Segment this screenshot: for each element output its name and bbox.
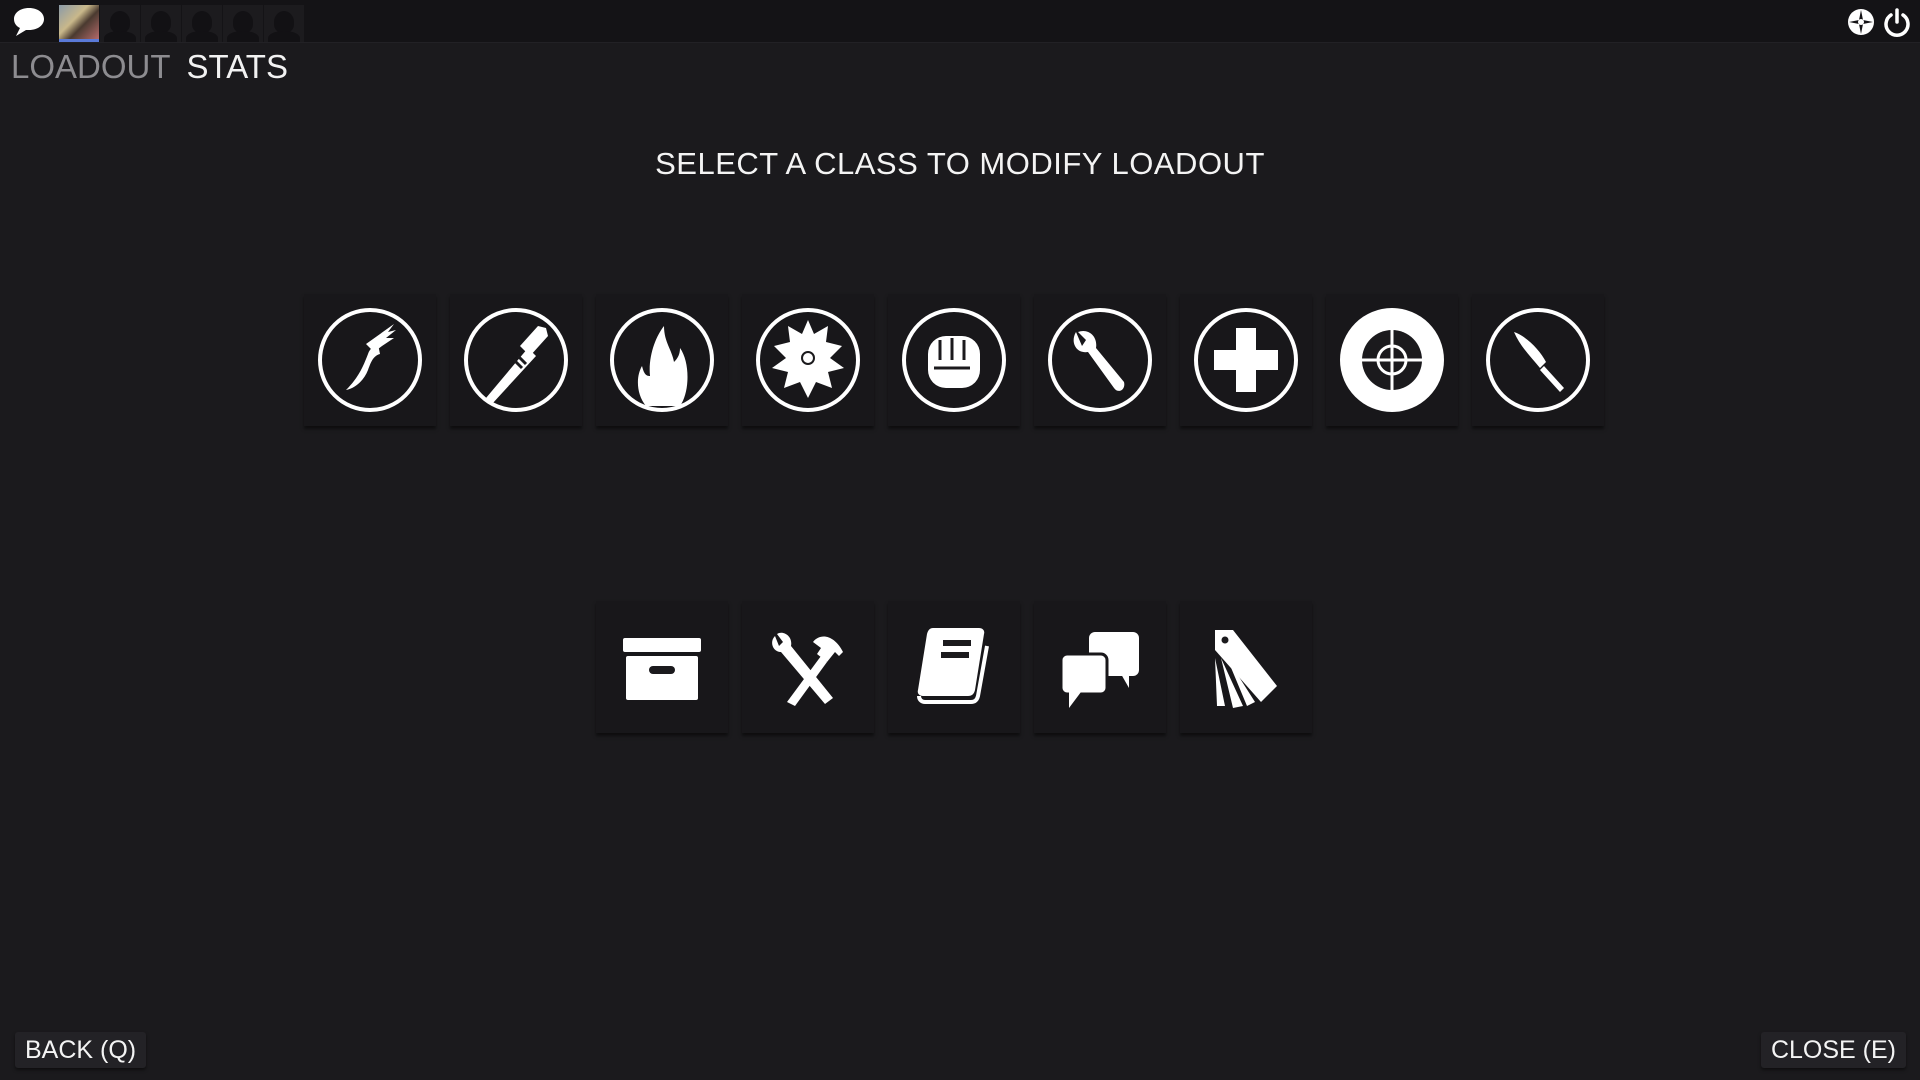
class-button-soldier[interactable] [450, 294, 582, 426]
class-button-sniper[interactable] [1326, 294, 1458, 426]
scout-winged-foot-icon [318, 308, 422, 412]
tab-bar: LOADOUT STATS [11, 48, 288, 86]
tags-button[interactable] [1180, 601, 1312, 733]
avatar-empty [182, 5, 222, 42]
chat-bubbles-icon [1059, 632, 1139, 708]
class-button-demoman[interactable] [742, 294, 874, 426]
chat-bubble-icon[interactable] [12, 6, 46, 38]
demoman-bomb-icon [756, 308, 860, 412]
heavy-fist-icon [902, 308, 1006, 412]
trade-button[interactable] [1034, 601, 1166, 733]
class-button-medic[interactable] [1180, 294, 1312, 426]
crafting-button[interactable] [742, 601, 874, 733]
engineer-wrench-icon [1048, 308, 1152, 412]
soldier-rocket-icon [464, 308, 568, 412]
avatar-empty [100, 5, 140, 42]
archive-box-icon [623, 638, 701, 700]
avatar-empty [141, 5, 181, 42]
power-icon[interactable] [1882, 7, 1912, 37]
avatar-empty [264, 5, 304, 42]
backpack-button[interactable] [596, 601, 728, 733]
spy-knife-icon [1486, 308, 1590, 412]
class-button-spy[interactable] [1472, 294, 1604, 426]
book-icon [917, 628, 989, 704]
close-button[interactable]: CLOSE (E) [1760, 1032, 1906, 1068]
friends-avatar-strip [59, 5, 305, 42]
price-tags-icon [1215, 630, 1277, 708]
top-bar [0, 0, 1920, 43]
tools-hammer-wrench-icon [772, 632, 843, 706]
tf2-logo-icon[interactable] [1846, 7, 1876, 37]
avatar-empty [223, 5, 263, 42]
page-title: SELECT A CLASS TO MODIFY LOADOUT [655, 146, 1265, 181]
class-button-engineer[interactable] [1034, 294, 1166, 426]
tab-loadout[interactable]: LOADOUT [11, 48, 171, 86]
sniper-crosshair-icon [1340, 308, 1444, 412]
avatar-self[interactable] [59, 5, 99, 42]
class-button-heavy[interactable] [888, 294, 1020, 426]
tab-stats[interactable]: STATS [187, 48, 288, 86]
catalog-button[interactable] [888, 601, 1020, 733]
medic-cross-icon [1194, 308, 1298, 412]
back-button[interactable]: BACK (Q) [15, 1032, 147, 1068]
class-button-scout[interactable] [304, 294, 436, 426]
pyro-flame-icon [610, 308, 714, 412]
class-button-pyro[interactable] [596, 294, 728, 426]
